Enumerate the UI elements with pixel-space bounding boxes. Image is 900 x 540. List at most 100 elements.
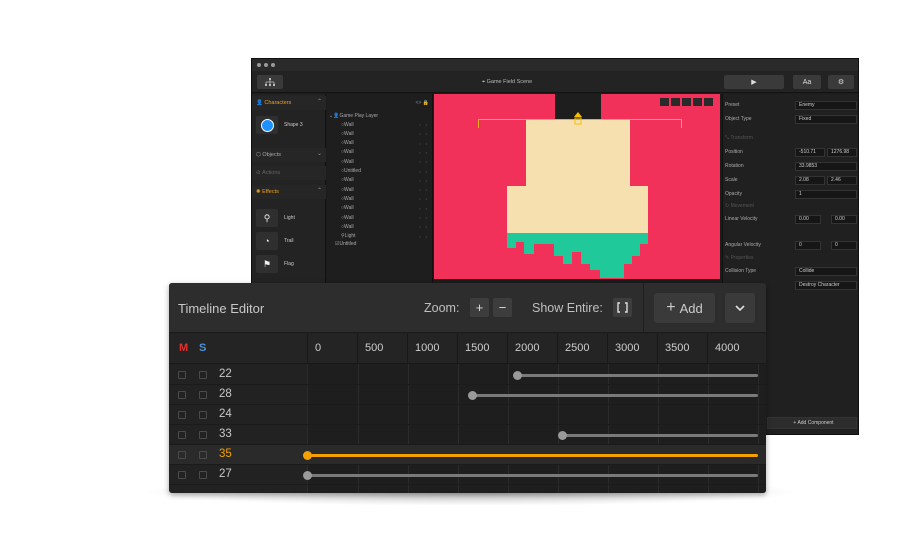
solo-checkbox[interactable] — [199, 391, 207, 399]
section-effects[interactable]: ✺ Effects ⌃ — [252, 185, 326, 199]
object-type-label: Object Type — [725, 116, 752, 122]
visibility-lock-icons[interactable]: <> 🔒 — [416, 100, 429, 106]
visibility-toggle-icon[interactable]: • • — [419, 141, 429, 146]
window-zoom-dot[interactable] — [271, 63, 275, 67]
hierarchy-item[interactable]: ○ Wall • • — [341, 185, 429, 194]
font-button[interactable]: Aa — [793, 75, 821, 89]
add-component-button[interactable]: + Add Component — [767, 417, 857, 429]
timeline-track[interactable] — [307, 454, 758, 457]
hierarchy-item[interactable]: ○ Wall • • — [341, 222, 429, 231]
settings-button[interactable]: ⚙ — [828, 75, 854, 89]
mute-checkbox[interactable] — [178, 371, 186, 379]
play-button[interactable]: ▶ — [724, 75, 784, 89]
hierarchy-item[interactable]: ○ Wall • • — [341, 139, 429, 148]
destroy-select[interactable]: Destroy Character — [795, 281, 857, 290]
section-actions[interactable]: ⊘ Actions — [252, 166, 326, 180]
library-item-trail[interactable]: ◔ Trail — [256, 231, 322, 251]
library-item-flag[interactable]: ⚑ Flag — [256, 254, 322, 274]
table-row[interactable]: 35 — [169, 445, 766, 465]
mute-checkbox[interactable] — [178, 411, 186, 419]
zoom-out-button[interactable]: − — [493, 298, 512, 317]
library-item-light[interactable]: ⚲ Light — [256, 208, 322, 228]
zoom-in-button[interactable]: + — [470, 298, 489, 317]
library-item-shape[interactable]: Shape 3 — [256, 115, 322, 135]
row-id: 24 — [219, 408, 232, 420]
visibility-toggle-icon[interactable]: • • — [419, 215, 429, 220]
table-row[interactable]: 33 — [169, 425, 766, 445]
dropdown-button[interactable] — [725, 293, 755, 323]
angular-field[interactable]: 0 — [795, 241, 821, 250]
track-start-handle[interactable] — [303, 451, 312, 460]
visibility-toggle-icon[interactable]: • • — [419, 169, 429, 174]
visibility-toggle-icon[interactable]: • • — [419, 150, 429, 155]
table-row[interactable]: 28 — [169, 385, 766, 405]
mute-checkbox[interactable] — [178, 391, 186, 399]
visibility-toggle-icon[interactable]: • • — [419, 131, 429, 136]
solo-checkbox[interactable] — [199, 471, 207, 479]
hierarchy-item[interactable]: ○ Wall • • — [341, 157, 429, 166]
chevron-down-icon: ⌄ — [316, 151, 322, 157]
rotation-field[interactable]: 33.9853 — [795, 162, 857, 171]
visibility-toggle-icon[interactable]: • • — [419, 206, 429, 211]
add-button[interactable]: + Add — [654, 293, 715, 323]
row-id: 22 — [219, 368, 232, 380]
track-start-handle[interactable] — [513, 371, 522, 380]
hierarchy-toggle-button[interactable] — [257, 75, 283, 89]
timeline-track[interactable] — [517, 374, 758, 377]
hierarchy-item[interactable]: ○ Wall • • — [341, 204, 429, 213]
timeline-track[interactable] — [472, 394, 758, 397]
scene-canvas[interactable] — [434, 94, 720, 279]
table-row[interactable]: 27 — [169, 465, 766, 485]
hierarchy-item[interactable]: ○ Untitled • • — [341, 167, 429, 176]
solo-column-label[interactable]: S — [199, 342, 206, 354]
track-start-handle[interactable] — [468, 391, 477, 400]
scale-x-field[interactable]: 2.08 — [795, 176, 825, 185]
mute-checkbox[interactable] — [178, 471, 186, 479]
scale-y-field[interactable]: 2.46 — [827, 176, 857, 185]
timeline-track[interactable] — [307, 474, 758, 477]
visibility-toggle-icon[interactable]: • • — [419, 159, 429, 164]
ruler-label: 3500 — [665, 342, 690, 354]
visibility-toggle-icon[interactable]: • • — [419, 178, 429, 183]
visibility-toggle-icon[interactable]: • • — [419, 234, 429, 239]
hierarchy-item[interactable]: ○ Wall • • — [341, 120, 429, 129]
position-y-field[interactable]: 1276.98 — [827, 148, 857, 157]
linear-x-field[interactable]: 0.00 — [795, 215, 821, 224]
hierarchy-untitled[interactable]: ☑ Untitled — [335, 239, 429, 248]
chevron-down-icon — [735, 305, 745, 311]
mute-checkbox[interactable] — [178, 451, 186, 459]
hierarchy-item[interactable]: ○ Wall • • — [341, 129, 429, 138]
solo-checkbox[interactable] — [199, 411, 207, 419]
solo-checkbox[interactable] — [199, 431, 207, 439]
timeline-track[interactable] — [562, 434, 758, 437]
hierarchy-item[interactable]: ○ Wall • • — [341, 176, 429, 185]
table-row[interactable]: 24 — [169, 405, 766, 425]
mute-column-label[interactable]: M — [179, 342, 188, 354]
hierarchy-item[interactable]: ○ Wall • • — [341, 213, 429, 222]
window-minimize-dot[interactable] — [264, 63, 268, 67]
show-entire-button[interactable] — [613, 298, 632, 317]
hierarchy-layer[interactable]: ⌄ 👤 Game Play Layer — [329, 111, 429, 120]
collision-select[interactable]: Collide — [795, 267, 857, 276]
section-characters[interactable]: 👤 Characters ⌃ — [252, 96, 326, 110]
solo-checkbox[interactable] — [199, 371, 207, 379]
visibility-toggle-icon[interactable]: • • — [419, 196, 429, 201]
preset-select[interactable]: Enemy — [795, 101, 857, 110]
track-start-handle[interactable] — [558, 431, 567, 440]
hierarchy-item[interactable]: ○ Wall • • — [341, 148, 429, 157]
track-start-handle[interactable] — [303, 471, 312, 480]
visibility-toggle-icon[interactable]: • • — [419, 122, 429, 127]
position-x-field[interactable]: -510.71 — [795, 148, 825, 157]
linear-y-field[interactable]: 0.00 — [831, 215, 857, 224]
visibility-toggle-icon[interactable]: • • — [419, 187, 429, 192]
opacity-field[interactable]: 1 — [795, 190, 857, 199]
angular-field-2[interactable]: 0 — [831, 241, 857, 250]
mute-checkbox[interactable] — [178, 431, 186, 439]
object-type-select[interactable]: Fixed — [795, 115, 857, 124]
solo-checkbox[interactable] — [199, 451, 207, 459]
hierarchy-item[interactable]: ○ Wall • • — [341, 194, 429, 203]
section-objects[interactable]: ⬡ Objects ⌄ — [252, 148, 326, 162]
table-row[interactable]: 22 — [169, 365, 766, 385]
visibility-toggle-icon[interactable]: • • — [419, 224, 429, 229]
window-close-dot[interactable] — [257, 63, 261, 67]
